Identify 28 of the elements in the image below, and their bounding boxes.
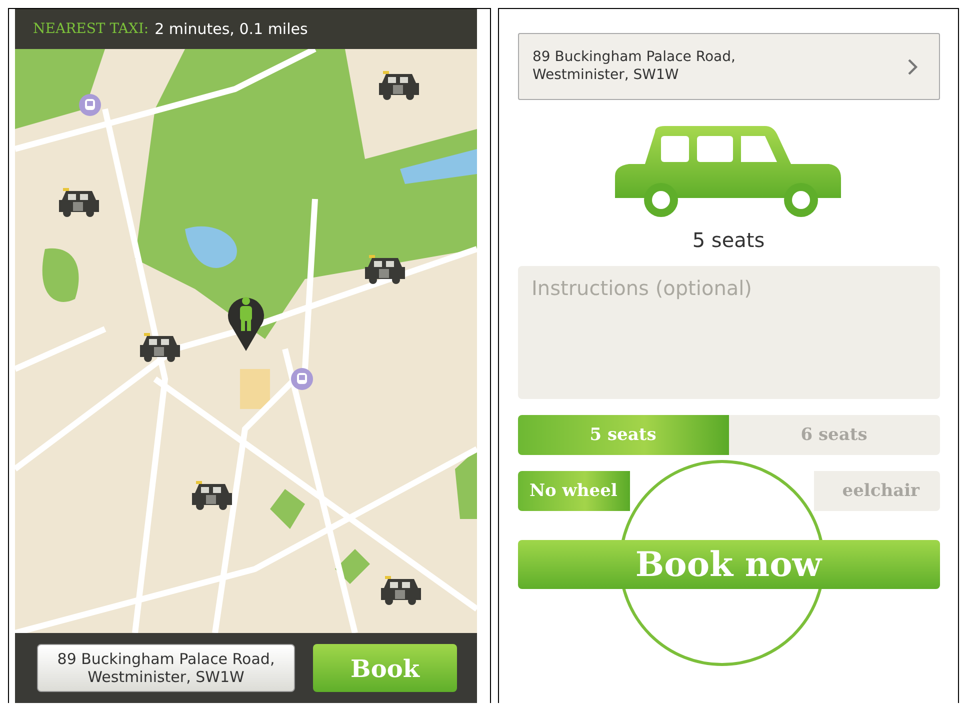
book-now-button[interactable]: Book now bbox=[518, 540, 940, 589]
metro-station-icon bbox=[79, 94, 101, 116]
toggle-option[interactable]: 5 seats bbox=[518, 415, 728, 455]
taxi-icon[interactable] bbox=[192, 481, 232, 510]
toggle-option[interactable]: 6 seats bbox=[728, 415, 940, 455]
location-pin-icon[interactable] bbox=[228, 297, 264, 351]
address-button[interactable]: 89 Buckingham Palace Road, Westminister, SW1W bbox=[37, 644, 295, 692]
taxi-icon[interactable] bbox=[365, 255, 405, 284]
address-text: 89 Buckingham Palace Road, Westminister, SW1W bbox=[532, 49, 736, 84]
chevron-right-icon bbox=[906, 58, 918, 76]
instructions-field[interactable]: Instructions (optional) bbox=[518, 266, 940, 399]
park-area bbox=[42, 248, 79, 302]
park-area bbox=[270, 489, 305, 529]
park-area bbox=[335, 549, 370, 584]
taxi-icon[interactable] bbox=[140, 333, 180, 362]
building-area bbox=[240, 369, 270, 409]
toggle-option[interactable]: No wheel bbox=[518, 471, 630, 511]
taxi-icon[interactable] bbox=[59, 188, 99, 217]
address-field[interactable]: 89 Buckingham Palace Road, Westminister, SW1W bbox=[518, 33, 940, 100]
taxi-icon[interactable] bbox=[379, 71, 419, 100]
taxi-icon[interactable] bbox=[381, 576, 421, 605]
nearest-taxi-value: 2 minutes, 0.1 miles bbox=[154, 20, 308, 38]
lake-area bbox=[185, 226, 237, 268]
book-button[interactable]: Book bbox=[313, 644, 457, 692]
metro-station-icon bbox=[291, 368, 313, 390]
vehicle-caption: 5 seats bbox=[692, 228, 765, 252]
toggle-option[interactable]: eelchair bbox=[814, 471, 940, 511]
nearest-taxi-label: NEAREST TAXI: bbox=[33, 21, 149, 37]
